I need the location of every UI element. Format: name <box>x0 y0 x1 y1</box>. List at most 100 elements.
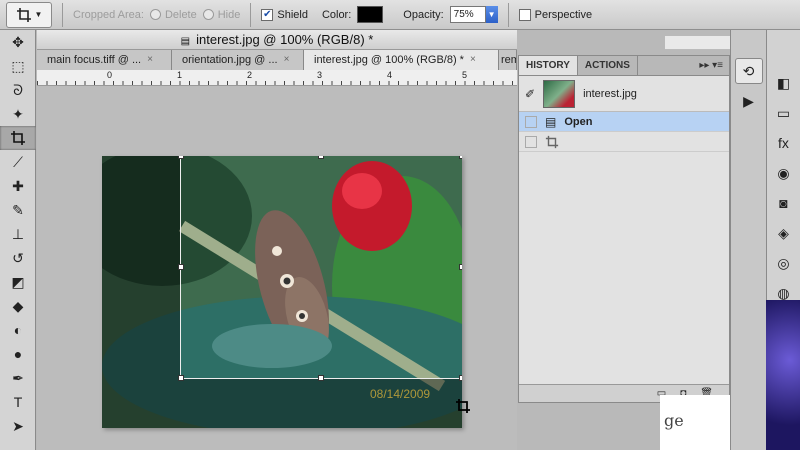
actions-panel-icon[interactable]: ▶ <box>735 88 763 114</box>
tab-history[interactable]: HISTORY <box>519 56 578 75</box>
snapshot-name: interest.jpg <box>583 87 637 100</box>
history-state-label: Open <box>564 115 593 128</box>
path-selection-tool-icon[interactable]: ➤ <box>0 414 36 438</box>
crop-handle[interactable] <box>178 375 184 381</box>
marquee-tool-icon[interactable]: ⬚ <box>0 54 36 78</box>
ruler-mark: 5 <box>462 70 468 80</box>
sponge-tool-icon[interactable]: ● <box>0 342 36 366</box>
history-source-box[interactable] <box>525 135 537 148</box>
delete-label: Delete <box>164 8 197 21</box>
crop-bounding-box[interactable] <box>178 156 462 381</box>
divider <box>62 2 63 27</box>
layer-style-icon[interactable]: ◉ <box>770 160 798 186</box>
close-icon[interactable]: × <box>284 50 290 70</box>
document-icon: ▤ <box>545 114 557 129</box>
dodge-tool-icon[interactable]: ◐ <box>0 318 36 342</box>
tool-preset-picker[interactable]: ▼ <box>6 1 52 28</box>
type-tool-icon[interactable]: T <box>0 390 36 414</box>
shield-color-swatch[interactable] <box>357 6 384 23</box>
history-snapshot[interactable]: ✐ interest.jpg <box>519 76 729 112</box>
cropped-area-label: Cropped Area: <box>73 8 144 21</box>
browser-header-strip <box>665 36 730 50</box>
tab-label: interest.jpg @ 100% (RGB/8) * <box>314 54 464 66</box>
delete-radio[interactable] <box>149 9 161 20</box>
crop-handle[interactable] <box>459 264 462 270</box>
crop-tool-icon[interactable] <box>0 126 36 150</box>
perspective-checkbox[interactable] <box>518 8 531 21</box>
crop-handle[interactable] <box>459 156 462 159</box>
perspective-option[interactable]: Perspective <box>518 8 592 21</box>
brush-tool-icon[interactable]: ✎ <box>0 198 36 222</box>
channels-icon[interactable]: ◎ <box>770 250 798 276</box>
crop-icon <box>545 135 559 148</box>
eraser-tool-icon[interactable]: ◩ <box>0 270 36 294</box>
divider <box>250 2 252 27</box>
ruler-mark: 1 <box>177 70 183 80</box>
canvas-area[interactable]: 08/14/2009 <box>37 86 517 450</box>
hide-radio[interactable] <box>202 9 214 20</box>
collapsed-panel-dock: ⟲ ▶ <box>730 30 766 450</box>
opacity-field[interactable]: 75% <box>449 6 486 23</box>
crop-cursor-icon <box>456 399 470 413</box>
ruler-mark: 0 <box>107 70 113 80</box>
ruler-mark: 4 <box>387 70 393 80</box>
options-bar: ▼ Cropped Area: Delete Hide ✔ Shield Colo… <box>0 0 800 30</box>
desktop-background <box>766 300 800 450</box>
close-icon[interactable]: × <box>470 50 476 70</box>
history-state-open[interactable]: ▤ Open <box>519 112 729 132</box>
paint-bucket-tool-icon[interactable]: ◆ <box>0 294 36 318</box>
adjustments-icon[interactable]: ◧ <box>770 70 798 96</box>
hide-label: Hide <box>217 8 241 21</box>
lasso-tool-icon[interactable]: ᘐ <box>0 78 36 102</box>
mask-icon[interactable]: ◙ <box>770 190 798 216</box>
tab-label: orientation.jpg @ ... <box>182 54 278 66</box>
tab-main-focus[interactable]: main focus.tiff @ ... × <box>37 50 172 70</box>
document-title-text: interest.jpg @ 100% (RGB/8) * <box>196 32 374 47</box>
history-panel-icon[interactable]: ⟲ <box>734 58 763 84</box>
delete-option[interactable]: Delete <box>149 8 197 21</box>
tab-actions[interactable]: ACTIONS <box>578 56 638 75</box>
close-icon[interactable]: × <box>147 50 153 70</box>
tab-rem[interactable]: rem <box>499 50 517 70</box>
crop-handle[interactable] <box>318 375 324 381</box>
magic-wand-tool-icon[interactable]: ✦ <box>0 102 36 126</box>
snapshot-thumbnail <box>543 79 576 108</box>
move-tool-icon[interactable]: ✥ <box>0 30 36 54</box>
fx-icon[interactable]: fx <box>770 130 798 156</box>
crop-icon <box>16 7 31 22</box>
pen-tool-icon[interactable]: ✒ <box>0 366 36 390</box>
history-state-crop[interactable] <box>519 132 729 152</box>
hide-option[interactable]: Hide <box>202 8 241 21</box>
opacity-label: Opacity: <box>403 8 444 21</box>
crop-handle[interactable] <box>318 156 324 159</box>
shield-label: Shield <box>277 8 308 21</box>
butterfly-photo[interactable]: 08/14/2009 <box>102 156 462 428</box>
horizontal-ruler: 0 1 2 3 4 5 <box>37 70 517 86</box>
tab-label: main focus.tiff @ ... <box>47 54 142 66</box>
history-panel: HISTORY ACTIONS ▸▸ ▾≡ ✐ interest.jpg ▤ O… <box>518 55 730 403</box>
divider <box>507 2 509 27</box>
ruler-mark: 3 <box>317 70 323 80</box>
photo-date-stamp: 08/14/2009 <box>370 387 431 401</box>
history-brush-tool-icon[interactable]: ↺ <box>0 246 36 270</box>
history-brush-source-icon[interactable]: ✐ <box>525 87 535 101</box>
crop-handle[interactable] <box>178 264 184 270</box>
history-source-box[interactable] <box>525 115 537 128</box>
clone-stamp-tool-icon[interactable]: ⊥ <box>0 222 36 246</box>
opacity-dropdown-icon[interactable]: ▼ <box>485 6 498 23</box>
shield-checkbox[interactable]: ✔ <box>261 8 274 21</box>
tab-interest[interactable]: interest.jpg @ 100% (RGB/8) * × <box>304 50 499 70</box>
crop-handle[interactable] <box>459 375 462 381</box>
ruler-mark: 2 <box>247 70 253 80</box>
healing-brush-tool-icon[interactable]: ✚ <box>0 174 36 198</box>
eyedropper-tool-icon[interactable]: ⟋ <box>0 150 36 174</box>
tab-orientation[interactable]: orientation.jpg @ ... × <box>172 50 304 70</box>
masks-icon[interactable]: ▭ <box>770 100 798 126</box>
shield-option[interactable]: ✔ Shield <box>261 8 308 21</box>
crop-handle[interactable] <box>178 156 184 159</box>
document-tabs: main focus.tiff @ ... × orientation.jpg @… <box>37 50 517 70</box>
layers-icon[interactable]: ◈ <box>770 220 798 246</box>
document-file-icon: ▤ <box>180 36 191 47</box>
webpage-fragment: ge <box>660 395 730 450</box>
panel-menu-icon[interactable]: ▸▸ ▾≡ <box>693 56 729 75</box>
